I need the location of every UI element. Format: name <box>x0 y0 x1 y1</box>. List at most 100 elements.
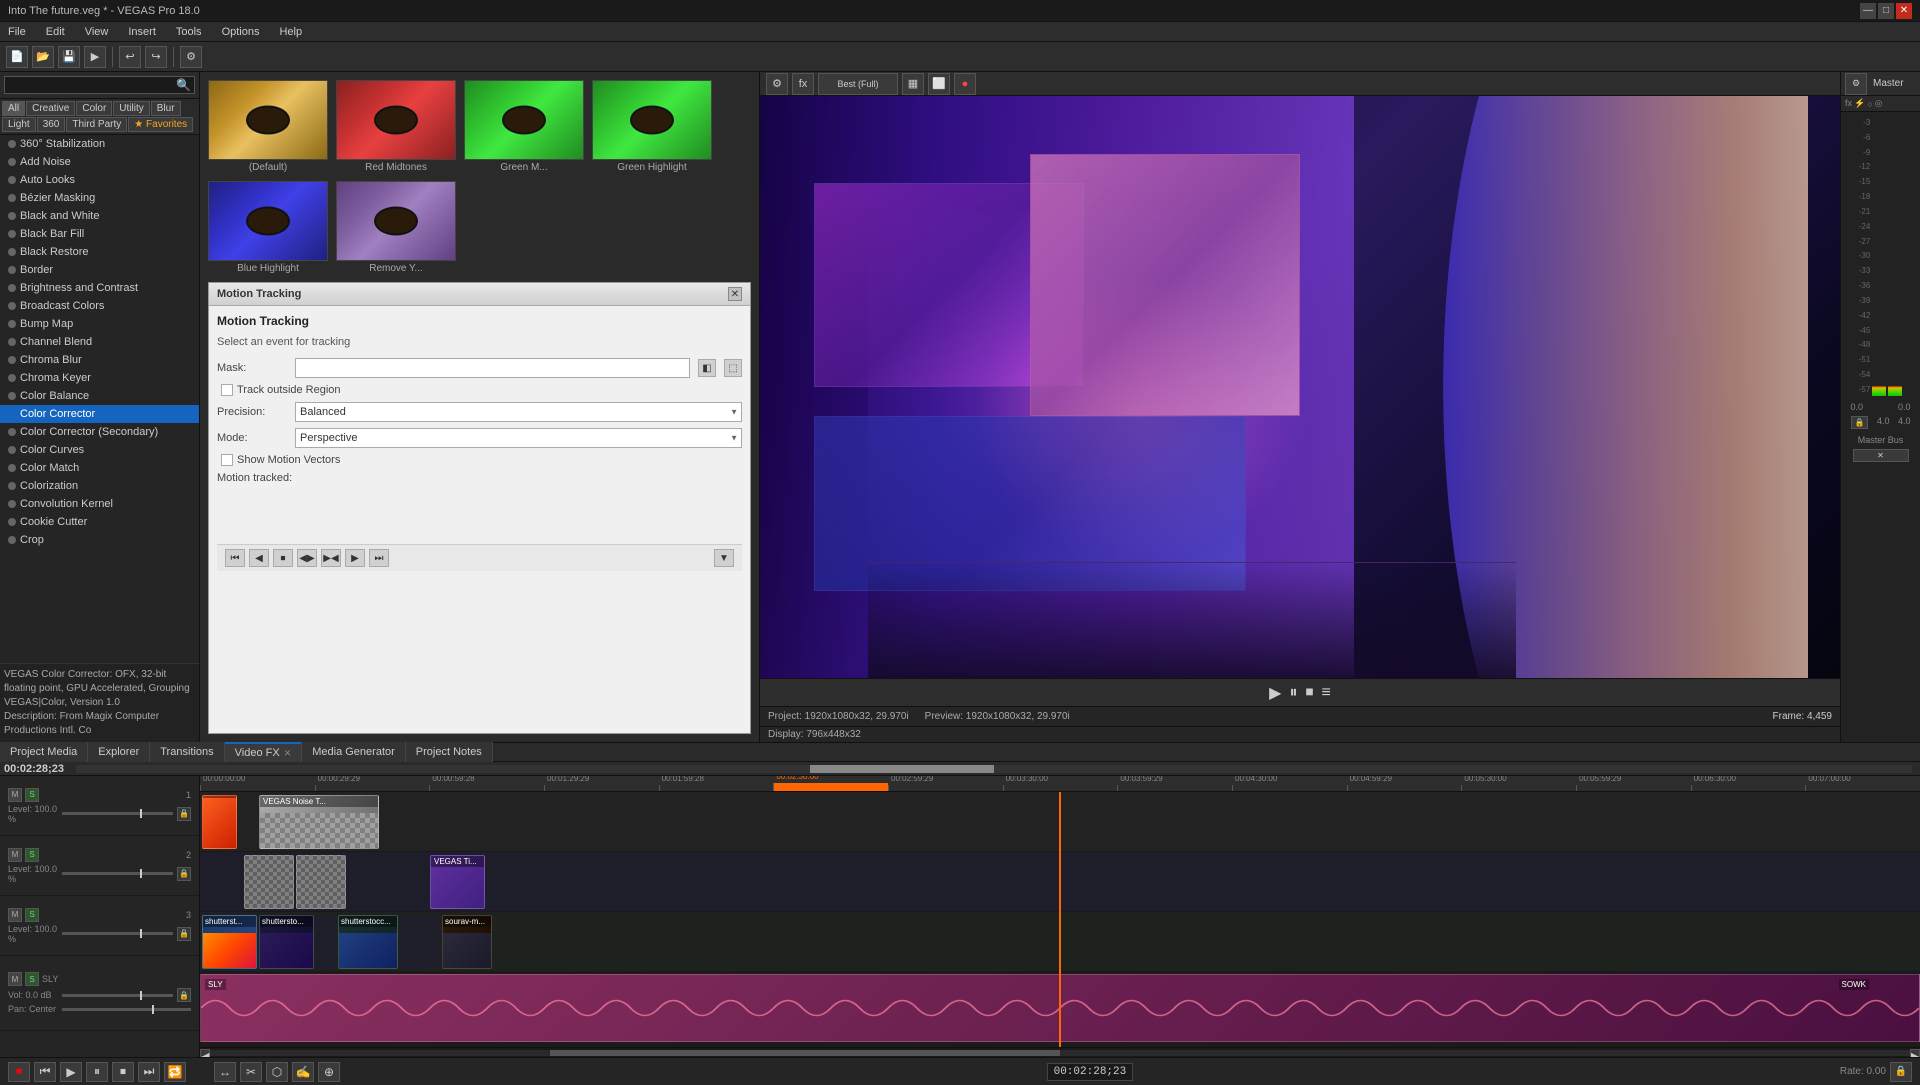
transport-play-button[interactable]: ▶ <box>60 1062 82 1082</box>
minimize-button[interactable]: — <box>1860 3 1876 19</box>
tab-transitions[interactable]: Transitions <box>150 742 224 762</box>
mt-track-outside-checkbox[interactable] <box>221 384 233 396</box>
transport-pause-button[interactable]: ⏸ <box>86 1062 108 1082</box>
mute-icon-v2[interactable]: M <box>8 848 22 862</box>
tab-favorites[interactable]: ★ Favorites <box>128 117 193 132</box>
fx-item[interactable]: Colorization <box>0 477 199 495</box>
menu-help[interactable]: Help <box>275 24 306 40</box>
thumbnail-image[interactable] <box>208 181 328 261</box>
scrollbar-thumb[interactable] <box>550 1050 1060 1056</box>
fx-item[interactable]: Channel Blend <box>0 333 199 351</box>
track-vol-slider[interactable] <box>62 994 173 997</box>
window-controls[interactable]: — □ ✕ <box>1860 3 1912 19</box>
fx-item[interactable]: Color Corrector (Secondary) <box>0 423 199 441</box>
tab-creative[interactable]: Creative <box>26 101 75 116</box>
menu-options[interactable]: Options <box>218 24 264 40</box>
track-level-slider-3[interactable] <box>62 932 173 935</box>
transport-tool-5[interactable]: ⊕ <box>318 1062 340 1082</box>
clip-v2-1[interactable] <box>244 855 294 909</box>
solo-icon[interactable]: S <box>25 788 39 802</box>
undo-button[interactable]: ↩ <box>119 46 141 68</box>
preview-grid-button[interactable]: ▦ <box>902 73 924 95</box>
clip-v3-3[interactable]: shutterstocc... <box>338 915 398 969</box>
tab-all[interactable]: All <box>2 101 25 116</box>
master-fx-button[interactable]: ⚡ <box>1854 98 1865 109</box>
scroll-right-btn[interactable]: ▶ <box>1910 1049 1920 1057</box>
fx-item[interactable]: Broadcast Colors <box>0 297 199 315</box>
mute-icon-v3[interactable]: M <box>8 908 22 922</box>
menu-edit[interactable]: Edit <box>42 24 69 40</box>
track-pan-slider[interactable] <box>62 1008 191 1011</box>
fx-item[interactable]: Black Bar Fill <box>0 225 199 243</box>
tab-360[interactable]: 360 <box>37 117 66 132</box>
transport-tool-1[interactable]: ↔ <box>214 1062 236 1082</box>
thumbnail-image[interactable] <box>336 181 456 261</box>
preview-record-button[interactable]: ● <box>954 73 976 95</box>
preview-pause-button[interactable]: ⏸ <box>1289 684 1297 702</box>
fx-item-color-corrector[interactable]: Color Corrector <box>0 405 199 423</box>
fx-item[interactable]: Bézier Masking <box>0 189 199 207</box>
track-level-slider[interactable] <box>62 812 173 815</box>
maximize-button[interactable]: □ <box>1878 3 1894 19</box>
mt-precision-select[interactable]: Balanced <box>295 402 742 422</box>
transport-next-button[interactable]: ⏭ <box>138 1062 160 1082</box>
fx-item[interactable]: Chroma Blur <box>0 351 199 369</box>
transport-tool-2[interactable]: ✂ <box>240 1062 262 1082</box>
mt-close-button[interactable]: ✕ <box>728 287 742 301</box>
fx-item[interactable]: Add Noise <box>0 153 199 171</box>
right-settings-button[interactable]: ⚙ <box>1845 73 1867 95</box>
track-lock-button[interactable]: 🔒 <box>177 807 191 821</box>
menu-view[interactable]: View <box>81 24 113 40</box>
mt-end-button[interactable]: ⏭ <box>369 549 389 567</box>
clip-v3-1[interactable]: shutterst... <box>202 915 257 969</box>
video-fx-tab-close[interactable]: ✕ <box>284 748 292 759</box>
clip-v2-2[interactable] <box>296 855 346 909</box>
preview-stop-button[interactable]: ⏹ <box>1305 684 1313 702</box>
meter-lock-button[interactable]: 🔒 <box>1851 416 1869 429</box>
tab-blur[interactable]: Blur <box>151 101 181 116</box>
fx-item[interactable]: Border <box>0 261 199 279</box>
mute-icon-audio[interactable]: M <box>8 972 22 986</box>
redo-button[interactable]: ↪ <box>145 46 167 68</box>
transport-stop-button[interactable]: ⏹ <box>112 1062 134 1082</box>
mt-mask-input[interactable] <box>295 358 690 378</box>
solo-icon-v3[interactable]: S <box>25 908 39 922</box>
render-button[interactable]: ▶ <box>84 46 106 68</box>
fx-item[interactable]: Cookie Cutter <box>0 513 199 531</box>
transport-loop-button[interactable]: 🔁 <box>164 1062 186 1082</box>
tab-video-fx[interactable]: Video FX ✕ <box>225 742 303 762</box>
master-close-button[interactable]: ✕ <box>1853 449 1909 462</box>
track-audio-lock[interactable]: 🔒 <box>177 988 191 1002</box>
mt-stop-button[interactable]: ⏹ <box>273 549 293 567</box>
timeline-h-scrollbar[interactable]: ◀ ▶ <box>200 1047 1920 1057</box>
scroll-left-btn[interactable]: ◀ <box>200 1049 210 1057</box>
fx-item[interactable]: Brightness and Contrast <box>0 279 199 297</box>
tab-utility[interactable]: Utility <box>113 101 149 116</box>
fx-item[interactable]: Convolution Kernel <box>0 495 199 513</box>
fx-item[interactable]: 360° Stabilization <box>0 135 199 153</box>
mute-icon[interactable]: M <box>8 788 22 802</box>
timeline-scrollbar-top[interactable] <box>76 765 1912 773</box>
preview-loop-button[interactable]: ≡ <box>1322 684 1331 702</box>
new-button[interactable]: 📄 <box>6 46 28 68</box>
master-solo-button[interactable]: ◎ <box>1875 98 1883 109</box>
preview-play-button[interactable]: ▶ <box>1269 683 1281 703</box>
tab-project-notes[interactable]: Project Notes <box>406 742 493 762</box>
solo-icon-audio[interactable]: S <box>25 972 39 986</box>
fx-item[interactable]: Chroma Keyer <box>0 369 199 387</box>
transport-record-button[interactable]: ⏺ <box>8 1062 30 1082</box>
thumbnail-image[interactable] <box>464 80 584 160</box>
fx-item[interactable]: Color Curves <box>0 441 199 459</box>
menu-tools[interactable]: Tools <box>172 24 206 40</box>
mt-mask-btn1[interactable]: ◧ <box>698 359 716 377</box>
tab-explorer[interactable]: Explorer <box>88 742 150 762</box>
fx-item[interactable]: Black and White <box>0 207 199 225</box>
preview-settings-button[interactable]: ⚙ <box>766 73 788 95</box>
mt-next-frame-button[interactable]: ▶ <box>345 549 365 567</box>
fx-item[interactable]: Black Restore <box>0 243 199 261</box>
solo-icon-v2[interactable]: S <box>25 848 39 862</box>
mt-track-back-button[interactable]: ◀▶ <box>297 549 317 567</box>
close-button[interactable]: ✕ <box>1896 3 1912 19</box>
mt-mask-btn2[interactable]: ⬚ <box>724 359 742 377</box>
mt-prev-frame-button[interactable]: ◀ <box>249 549 269 567</box>
